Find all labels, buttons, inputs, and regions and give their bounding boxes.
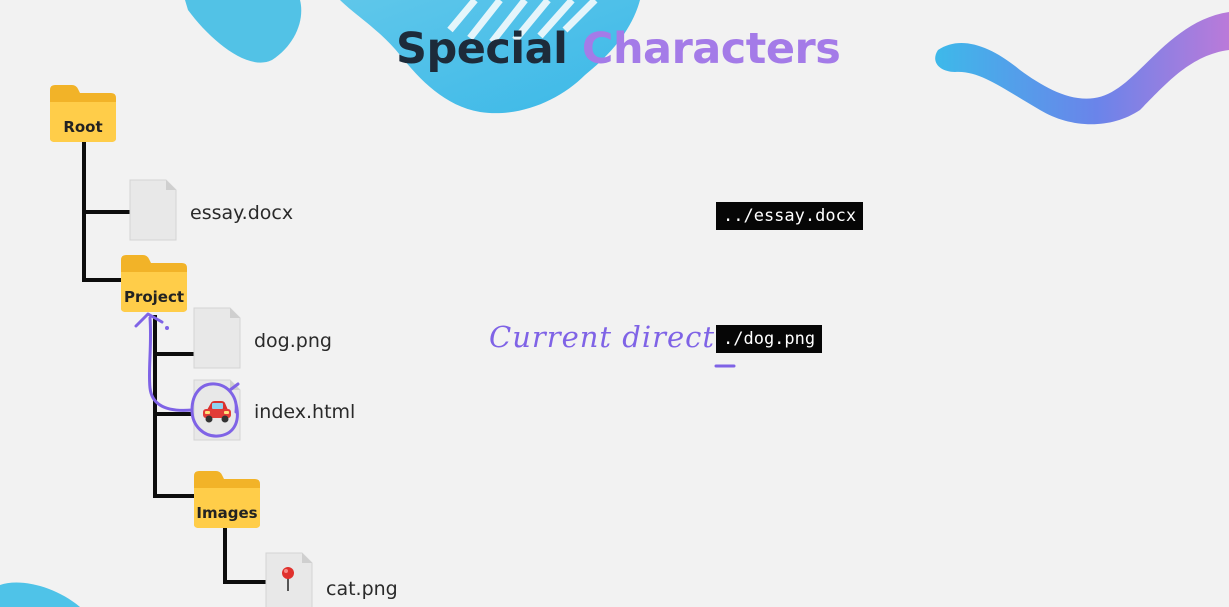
annotation-dot bbox=[165, 326, 169, 330]
current-path-code: ./dog.png bbox=[716, 325, 823, 353]
annotation-curl bbox=[228, 382, 240, 392]
annotation-arrow-line bbox=[147, 316, 194, 412]
parent-path-code: ../essay.docx bbox=[716, 202, 864, 230]
annotation-circle bbox=[190, 382, 239, 438]
handwritten-note: Current director bbox=[489, 320, 749, 354]
annotation-drawing bbox=[134, 312, 736, 438]
